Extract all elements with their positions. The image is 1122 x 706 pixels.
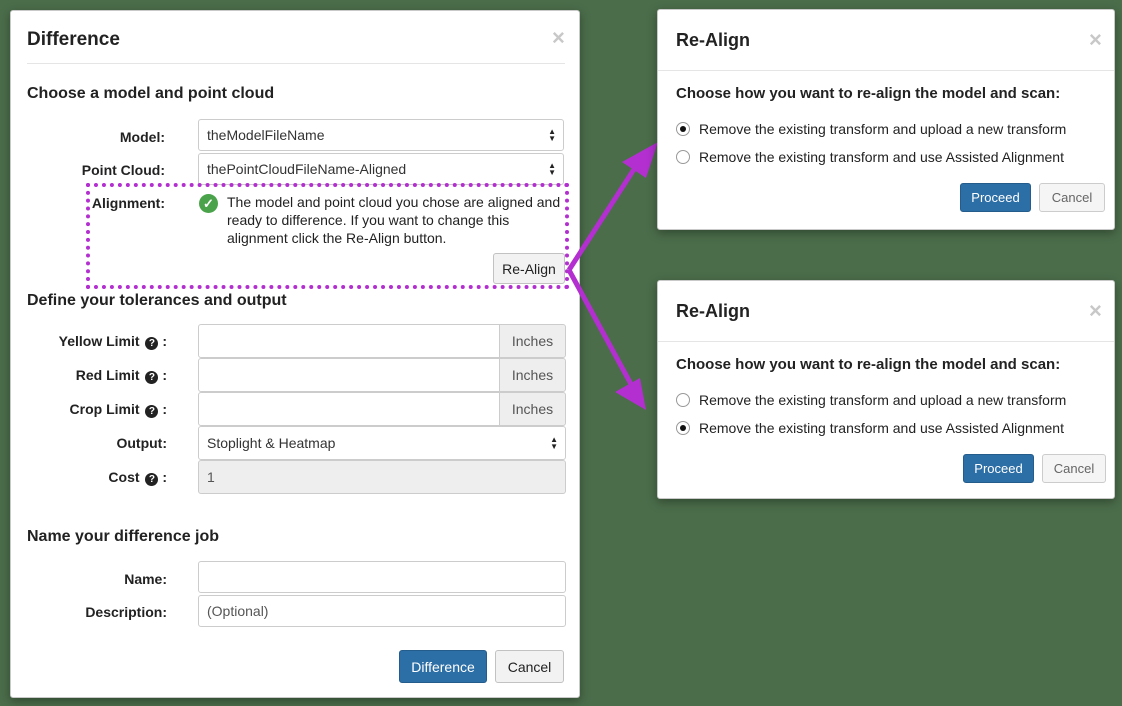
realign-prompt: Choose how you want to re-align the mode… [676, 356, 1061, 373]
header-divider [658, 341, 1114, 342]
close-icon[interactable]: × [1089, 29, 1102, 51]
proceed-button[interactable]: Proceed [960, 183, 1031, 212]
cancel-button[interactable]: Cancel [1042, 454, 1106, 483]
arrow-to-assisted-option [566, 268, 646, 410]
proceed-button[interactable]: Proceed [963, 454, 1034, 483]
option-label: Remove the existing transform and use As… [699, 149, 1064, 165]
radio-button[interactable] [676, 421, 690, 435]
close-icon[interactable]: × [1089, 300, 1102, 322]
option-upload-transform[interactable]: Remove the existing transform and upload… [676, 121, 1066, 137]
modal-title: Re-Align [676, 30, 750, 50]
option-label: Remove the existing transform and use As… [699, 420, 1064, 436]
cancel-button[interactable]: Cancel [1039, 183, 1105, 212]
header-divider [658, 70, 1114, 71]
option-assisted-alignment[interactable]: Remove the existing transform and use As… [676, 420, 1064, 436]
option-label: Remove the existing transform and upload… [699, 392, 1067, 408]
radio-button[interactable] [676, 122, 690, 136]
option-assisted-alignment[interactable]: Remove the existing transform and use As… [676, 149, 1064, 165]
radio-button[interactable] [676, 150, 690, 164]
modal-title: Re-Align [676, 301, 750, 321]
realign-modal-assisted: Re-Align × Choose how you want to re-ali… [657, 280, 1115, 499]
realign-modal-upload: Re-Align × Choose how you want to re-ali… [657, 9, 1115, 230]
option-upload-transform[interactable]: Remove the existing transform and upload… [676, 392, 1066, 408]
radio-button[interactable] [676, 393, 690, 407]
realign-prompt: Choose how you want to re-align the mode… [676, 85, 1061, 102]
option-label: Remove the existing transform and upload… [699, 121, 1067, 137]
arrow-to-upload-option [566, 142, 658, 272]
